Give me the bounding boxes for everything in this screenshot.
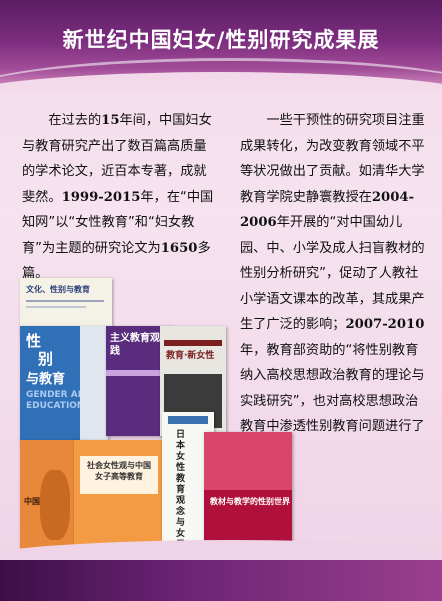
left-bold-3: 1650 [160,240,198,256]
book-cover-women-higher-education: 社会女性观与中国女子高等教育 [74,440,164,556]
book-title: 日本女性教育观念与女子学校 [176,430,186,552]
book-title: 教材与教学的性别世界 [210,497,290,506]
left-text-1: 在过去的 [48,113,102,128]
book-title: 文化、性别与教育 [26,285,90,294]
book-cover-gender-education: 性 别 与教育 GENDER AND EDUCATION [20,326,108,444]
book-cover-modern-china: 中国近代 [20,440,80,560]
book-title: 教育·新女性 [166,351,215,361]
right-bold-2: 2007-2010 [345,317,425,332]
book-title: 别 [38,350,54,368]
left-bold-1: 15 [101,113,120,128]
left-paragraph: 在过去的15年间，中国妇女与教育研究产出了数百篇高质量的学术论文，近百本专著，成… [22,108,218,287]
slide: 新世纪中国妇女/性别研究成果展 在过去的15年间，中国妇女与教育研究产出了数百篇… [0,0,442,601]
book-title: 社会女性观与中国女子高等教育 [87,461,151,481]
slide-title: 新世纪中国妇女/性别研究成果展 [62,28,380,52]
right-text-2: 年开展的“对中国幼儿园、中、小学及成人扫盲教材的性别分析研究”，促动了人教社小学… [240,215,425,332]
book-title: 与教育 [26,372,66,387]
left-bold-2: 1999-2015 [61,189,141,205]
footer-banner [0,560,442,601]
right-paragraph: 一些干预性的研究项目注重成果转化，为改变教育领域不平等状况做出了贡献。如清华大学… [240,108,428,465]
